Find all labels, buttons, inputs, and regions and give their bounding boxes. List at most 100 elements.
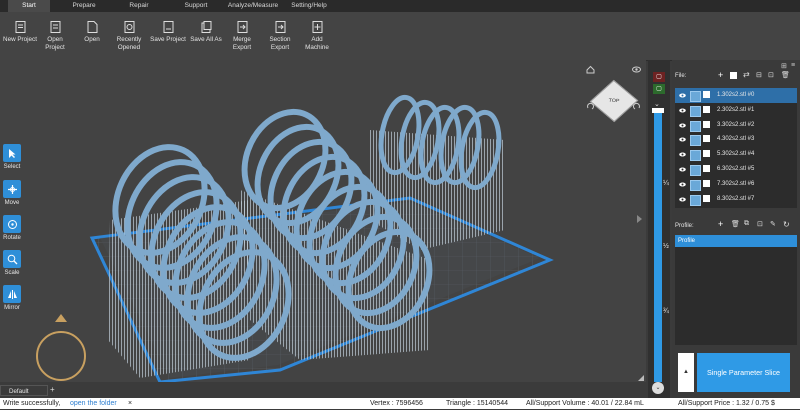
move-tool-label: Move: [4, 200, 20, 206]
file-list-item[interactable]: 7.302s2.stl #6: [675, 177, 797, 192]
file-checkbox[interactable]: [703, 91, 710, 98]
mirror-tool[interactable]: Mirror: [2, 285, 22, 311]
edit-profile-icon[interactable]: ✎: [770, 220, 776, 228]
file-name: 3.302s2.stl #2: [717, 121, 755, 128]
new-file-icon: [15, 21, 25, 33]
eye-view-icon[interactable]: [632, 65, 641, 74]
file-name: 1.302s2.stl #0: [717, 92, 755, 98]
rotate-view-left-icon[interactable]: [586, 102, 595, 111]
viewport-collapse-arrow[interactable]: [637, 215, 642, 223]
open-label: Open: [84, 36, 100, 43]
open-project-label: Open Project: [45, 36, 65, 51]
file-checkbox[interactable]: [703, 179, 710, 187]
section-export-button[interactable]: Section Export: [259, 12, 301, 60]
visibility-eye-icon[interactable]: [679, 166, 686, 173]
add-scene-tab-button[interactable]: +: [50, 385, 55, 394]
add-file-icon[interactable]: +: [718, 70, 723, 80]
swap-icon[interactable]: ⇄: [743, 70, 750, 79]
save-project-label: Save Project: [150, 36, 186, 43]
scene-render: [36, 94, 554, 382]
tab-repair[interactable]: Repair: [117, 0, 161, 12]
tab-analyze-measure[interactable]: Analyze/Measure: [224, 0, 282, 12]
visibility-eye-icon[interactable]: [679, 181, 686, 188]
open-button[interactable]: Open: [71, 12, 113, 60]
rotate-view-right-icon[interactable]: [632, 102, 641, 111]
open-folder-link[interactable]: open the folder: [70, 398, 117, 410]
tab-prepare[interactable]: Prepare: [62, 0, 106, 12]
cursor-icon: [9, 148, 16, 158]
file-list-item[interactable]: 5.302s2.stl #4: [675, 147, 797, 162]
model-thumbnail: [690, 179, 701, 191]
visibility-eye-icon[interactable]: [679, 92, 686, 99]
model-thumbnail: [690, 91, 701, 102]
file-list-item[interactable]: 8.302s2.stl #7: [675, 192, 797, 207]
profile-list-item[interactable]: Profile: [675, 235, 797, 247]
select-tool[interactable]: Select: [2, 144, 22, 170]
3d-viewport[interactable]: TOP Select Move Rotate Scale Mirror: [0, 60, 646, 382]
model-thumbnail: [690, 150, 701, 162]
open-project-button[interactable]: Open Project: [34, 12, 76, 60]
file-name: 2.302s2.stl #1: [717, 106, 755, 113]
rotate-icon: [7, 219, 17, 229]
layer-slider-handle[interactable]: [652, 108, 664, 113]
grid-view-icon[interactable]: ⊞: [781, 62, 787, 70]
file-checkbox[interactable]: [703, 105, 710, 113]
slider-up-arrow[interactable]: ⌄: [654, 100, 660, 108]
add-profile-icon[interactable]: +: [718, 219, 723, 229]
profile-section-label: Profile:: [675, 223, 694, 229]
delete-profile-icon[interactable]: 🗑: [731, 220, 740, 228]
visibility-eye-icon[interactable]: [679, 136, 686, 143]
refresh-profile-icon[interactable]: ↻: [783, 220, 790, 229]
recently-opened-label: Recently Opened: [116, 36, 142, 51]
slider-red-button[interactable]: ▢: [653, 72, 665, 82]
file-list-item[interactable]: 2.302s2.stl #1: [675, 103, 797, 118]
tab-setting-help[interactable]: Setting/Help: [286, 0, 332, 12]
panel-menu-icon[interactable]: ≡: [791, 62, 795, 69]
view-cube-face-label: TOP: [608, 97, 620, 105]
save-all-icon: [201, 21, 211, 33]
visibility-eye-icon[interactable]: [679, 122, 686, 129]
file-list-item[interactable]: 6.302s2.stl #5: [675, 162, 797, 177]
slice-options-arrow[interactable]: ▲: [678, 353, 694, 392]
scale-tool[interactable]: Scale: [2, 250, 22, 276]
file-checkbox[interactable]: [703, 120, 710, 128]
file-checkbox[interactable]: [703, 150, 710, 158]
export-profile-icon[interactable]: ⊡: [757, 220, 763, 228]
rotate-tool[interactable]: Rotate: [2, 215, 22, 241]
save-project-button[interactable]: Save Project: [146, 12, 190, 60]
layer-slider-track[interactable]: [654, 112, 662, 382]
add-machine-button[interactable]: Add Machine: [296, 12, 338, 60]
status-close-icon[interactable]: ×: [128, 398, 132, 410]
file-list-item[interactable]: 4.302s2.stl #3: [675, 132, 797, 147]
export-file-icon[interactable]: ⊡: [768, 71, 774, 79]
visibility-eye-icon[interactable]: [679, 151, 686, 158]
file-name: 5.302s2.stl #4: [717, 151, 755, 158]
recently-opened-button[interactable]: Recently Opened: [108, 12, 150, 60]
file-checkbox[interactable]: [703, 164, 710, 172]
tab-start[interactable]: Start: [8, 0, 50, 12]
visibility-eye-icon[interactable]: [679, 196, 686, 203]
profile-toolbar: + 🗑 ⧉ ⊡ ✎ ↻: [718, 219, 798, 230]
file-checkbox[interactable]: [703, 194, 710, 202]
move-tool[interactable]: Move: [2, 180, 22, 206]
group-icon[interactable]: ⊟: [756, 71, 762, 79]
tab-support[interactable]: Support: [172, 0, 220, 12]
file-checkbox[interactable]: [703, 135, 710, 143]
home-view-icon[interactable]: [586, 65, 595, 74]
single-parameter-slice-button[interactable]: Single Parameter Slice: [697, 353, 790, 392]
triangle-count: Triangle : 15140544: [446, 400, 509, 407]
delete-file-icon[interactable]: 🗑: [781, 71, 790, 79]
checkbox-all-icon[interactable]: [730, 72, 737, 79]
file-list-item[interactable]: 3.302s2.stl #2: [675, 118, 797, 133]
merge-export-button[interactable]: Merge Export: [221, 12, 263, 60]
slider-down-arrow[interactable]: ⌄: [652, 382, 664, 394]
menu-tab-bar: Start Prepare Repair Support Analyze/Mea…: [0, 0, 800, 12]
toolbar-ribbon: New Project Open Project Open Recently O…: [0, 12, 800, 61]
visibility-eye-icon[interactable]: [679, 107, 686, 114]
support-price: All/Support Price : 1.32 / 0.75 $: [678, 400, 775, 407]
copy-profile-icon[interactable]: ⧉: [744, 220, 749, 228]
viewport-resize-grip[interactable]: [638, 375, 644, 381]
file-list-item[interactable]: 1.302s2.stl #0: [675, 88, 797, 103]
slider-green-button[interactable]: ▢: [653, 84, 665, 94]
default-scene-tab[interactable]: Default: [0, 385, 48, 396]
